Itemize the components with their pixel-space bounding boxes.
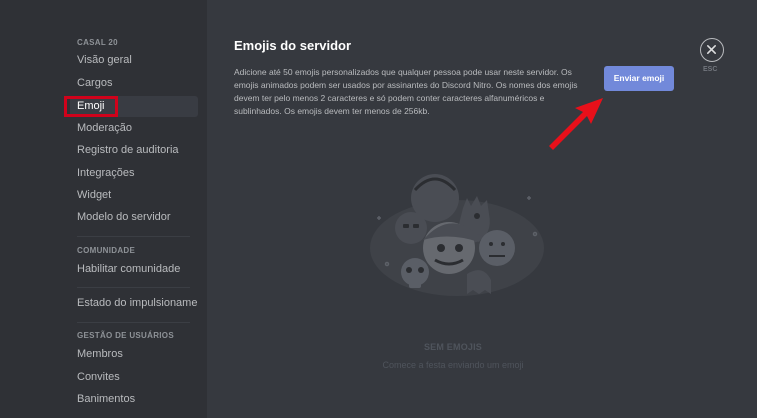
sidebar-item-widget[interactable]: Widget <box>70 185 198 206</box>
sidebar-item-boost-status[interactable]: Estado do impulsionamento <box>70 293 198 314</box>
sidebar-item-audit-log[interactable]: Registro de auditoria <box>70 140 198 161</box>
sidebar-item-overview[interactable]: Visão geral <box>70 50 198 71</box>
sidebar-item-integrations[interactable]: Integrações <box>70 163 198 184</box>
main-content: Emojis do servidor Adicione até 50 emoji… <box>207 0 757 418</box>
close-button[interactable] <box>700 38 724 62</box>
upload-emoji-button[interactable]: Enviar emoji <box>604 66 674 91</box>
close-icon <box>707 45 716 54</box>
empty-state-subtitle: Comece a festa enviando um emoji <box>382 360 524 370</box>
section-header-user-management: GESTÃO DE USUÁRIOS <box>77 331 174 340</box>
section-header-server: CASAL 20 <box>77 38 118 47</box>
sidebar-item-enable-community[interactable]: Habilitar comunidade <box>70 259 198 280</box>
sidebar-divider <box>77 322 190 323</box>
sidebar-item-moderation[interactable]: Moderação <box>70 118 198 139</box>
page-description: Adicione até 50 emojis personalizados qu… <box>234 67 578 116</box>
sidebar-item-roles[interactable]: Cargos <box>70 73 198 94</box>
page-title: Emojis do servidor <box>234 38 352 53</box>
highlight-box-annotation <box>64 96 118 117</box>
empty-state-title: SEM EMOJIS <box>423 342 482 352</box>
sidebar-item-bans[interactable]: Banimentos <box>70 389 198 410</box>
esc-label: ESC <box>703 66 718 73</box>
sidebar-item-members[interactable]: Membros <box>70 344 198 365</box>
section-header-community: COMUNIDADE <box>77 246 136 255</box>
sidebar-divider <box>77 287 190 288</box>
settings-sidebar: CASAL 20 Visão geral Cargos Emoji Modera… <box>0 0 207 418</box>
sidebar-item-server-template[interactable]: Modelo do servidor <box>70 207 198 228</box>
empty-emoji-illustration <box>370 174 544 296</box>
sidebar-item-invites[interactable]: Convites <box>70 367 198 388</box>
red-arrow-annotation <box>549 98 603 150</box>
sidebar-divider <box>77 236 190 237</box>
